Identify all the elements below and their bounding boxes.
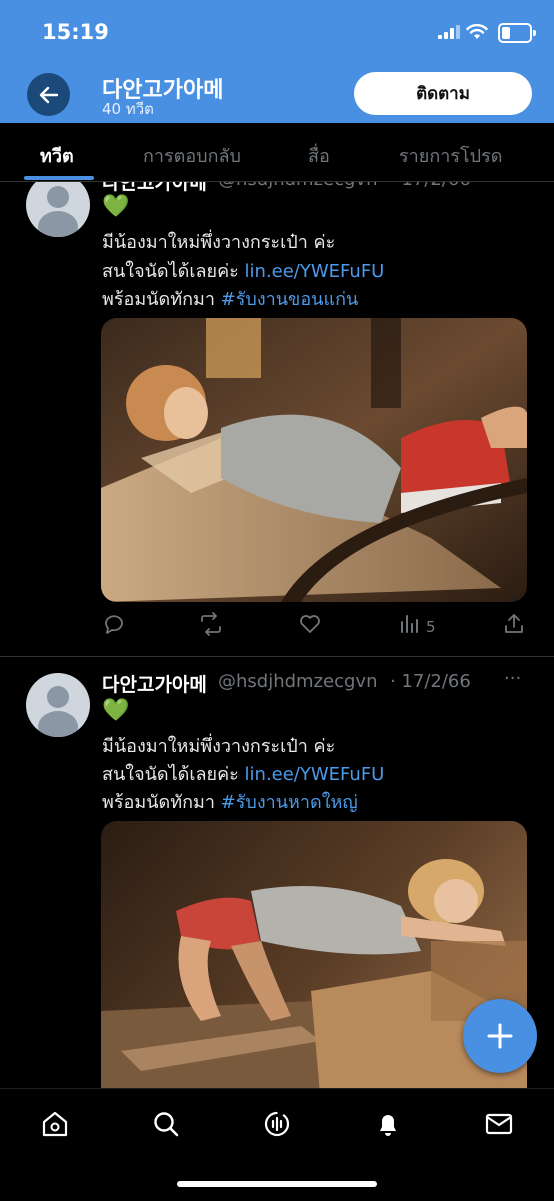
photo-woman-lounging <box>101 318 527 602</box>
compose-plus-icon <box>487 1023 513 1049</box>
tweet-author-handle: @hsdjhdmzecgvn <box>218 671 378 692</box>
tweet-link[interactable]: lin.ee/YWEFuFU <box>245 261 385 282</box>
avatar[interactable] <box>26 182 90 237</box>
tweet-text: พร้อมนัดทักมา <box>102 792 221 813</box>
cellular-signal-icon <box>438 25 460 39</box>
battery-icon <box>498 23 536 43</box>
search-icon[interactable] <box>151 1109 181 1139</box>
follow-button[interactable]: ติดตาม <box>354 72 532 115</box>
more-options-icon[interactable]: ··· <box>504 668 521 689</box>
views-icon[interactable] <box>398 612 422 636</box>
tweet-link[interactable]: lin.ee/YWEFuFU <box>245 764 385 785</box>
tweet-divider <box>0 656 554 657</box>
wifi-icon <box>466 24 488 39</box>
tab-tweets[interactable]: ทวีต <box>40 141 74 170</box>
profile-header: 15:19 다안고가아메 40 ทวีต ติดตาม <box>0 0 554 123</box>
photo-woman-on-floor <box>101 821 527 1088</box>
views-count: 5 <box>426 618 436 636</box>
tweet-date: · 17/2/66 <box>390 182 471 190</box>
arrow-left-icon <box>39 86 58 103</box>
tweet-text-line: มีน้องมาใหม่พึ่งวางกระเป๋า ค่ะ <box>102 232 336 253</box>
active-tab-indicator <box>24 176 94 180</box>
tweet-text-line: มีน้องมาใหม่พึ่งวางกระเป๋า ค่ะ <box>102 736 336 757</box>
back-button[interactable] <box>27 73 70 116</box>
green-heart-emoji: 💚 <box>102 698 130 723</box>
share-icon[interactable] <box>502 612 526 636</box>
status-bar: 15:19 <box>0 0 554 64</box>
reply-icon[interactable] <box>102 612 126 636</box>
tweet-hashtag[interactable]: #รับงานขอนแก่น <box>221 289 359 310</box>
tweet-text-line: สนใจนัดได้เลยค่ะ lin.ee/YWEFuFU <box>102 759 384 788</box>
tweet-text-line: สนใจนัดได้เลยค่ะ lin.ee/YWEFuFU <box>102 256 384 285</box>
tweet-hashtag[interactable]: #รับงานหาดใหญ่ <box>221 792 358 813</box>
compose-button[interactable] <box>463 999 537 1073</box>
tweet-photo[interactable] <box>101 318 527 602</box>
tweet-text: สนใจนัดได้เลยค่ะ <box>102 261 245 282</box>
like-icon[interactable] <box>298 612 322 636</box>
home-icon[interactable] <box>40 1109 70 1139</box>
profile-tabs: ทวีต การตอบกลับ สื่อ รายการโปรด <box>0 123 554 182</box>
tweet-feed[interactable]: 다안고가아메 @hsdjhdmzecgvn · 17/2/66 💚 มีน้อง… <box>0 182 554 1088</box>
tweet-text: สนใจนัดได้เลยค่ะ <box>102 764 245 785</box>
tweet-text-line: พร้อมนัดทักมา #รับงานขอนแก่น <box>102 284 358 313</box>
notifications-icon[interactable] <box>373 1109 403 1139</box>
tweet-photo[interactable] <box>101 821 527 1088</box>
home-indicator <box>177 1181 377 1187</box>
tweet-text: พร้อมนัดทักมา <box>102 289 221 310</box>
tab-replies[interactable]: การตอบกลับ <box>143 141 241 170</box>
tweet-date: · 17/2/66 <box>390 671 471 692</box>
tweet-author-handle: @hsdjhdmzecgvn <box>218 182 378 190</box>
tweet-actions: 5 <box>102 612 526 642</box>
retweet-icon[interactable] <box>198 612 224 636</box>
avatar[interactable] <box>26 673 90 737</box>
tweet-count: 40 ทวีต <box>102 100 154 118</box>
messages-icon[interactable] <box>484 1109 514 1139</box>
green-heart-emoji: 💚 <box>102 194 130 219</box>
spaces-icon[interactable] <box>262 1109 292 1139</box>
status-time: 15:19 <box>42 20 109 44</box>
tab-likes[interactable]: รายการโปรด <box>399 141 502 170</box>
tweet-text-line: พร้อมนัดทักมา #รับงานหาดใหญ่ <box>102 787 358 816</box>
tweet-author-name: 다안고가아메 <box>102 674 207 696</box>
tab-media[interactable]: สื่อ <box>308 141 330 170</box>
